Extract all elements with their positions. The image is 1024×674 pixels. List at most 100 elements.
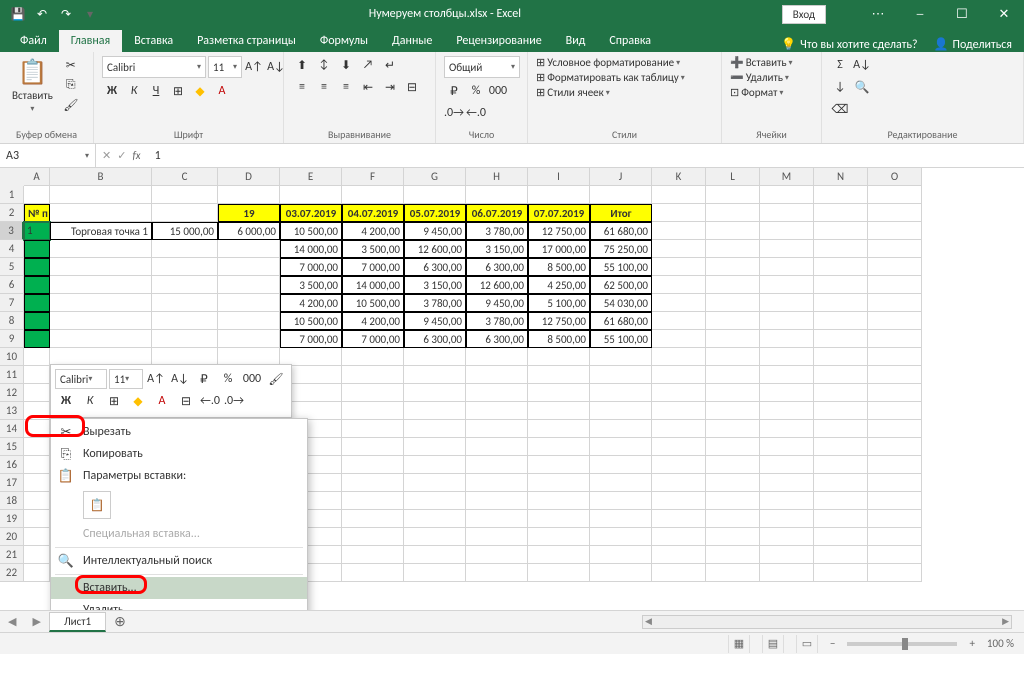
cell[interactable] bbox=[814, 492, 868, 510]
cancel-formula-icon[interactable]: ✕ bbox=[102, 149, 111, 162]
align-center-icon[interactable]: ≡ bbox=[314, 78, 334, 96]
align-left-icon[interactable]: ≡ bbox=[292, 78, 312, 96]
cell[interactable]: 19 bbox=[218, 204, 280, 222]
cell[interactable] bbox=[706, 438, 760, 456]
cell[interactable] bbox=[528, 186, 590, 204]
row-header-11[interactable]: 11 bbox=[0, 366, 24, 384]
bold-button[interactable]: Ж bbox=[102, 82, 122, 100]
cell[interactable] bbox=[24, 276, 50, 294]
cell[interactable] bbox=[706, 276, 760, 294]
cell[interactable] bbox=[404, 438, 466, 456]
cell[interactable] bbox=[706, 294, 760, 312]
cell[interactable] bbox=[814, 330, 868, 348]
cell[interactable] bbox=[50, 312, 152, 330]
cell[interactable] bbox=[706, 222, 760, 240]
cell[interactable] bbox=[760, 564, 814, 582]
cell[interactable] bbox=[528, 564, 590, 582]
mini-decrease-decimal-icon[interactable]: ←.0 bbox=[199, 391, 221, 411]
login-button[interactable]: Вход bbox=[782, 5, 826, 24]
cell[interactable] bbox=[868, 240, 922, 258]
cell[interactable] bbox=[706, 510, 760, 528]
cell[interactable] bbox=[868, 330, 922, 348]
cell[interactable] bbox=[652, 312, 706, 330]
enter-formula-icon[interactable]: ✓ bbox=[117, 149, 126, 162]
clear-icon[interactable]: ⌫ bbox=[830, 100, 850, 118]
cell[interactable] bbox=[24, 366, 50, 384]
cell[interactable] bbox=[404, 528, 466, 546]
zoom-out-button[interactable]: − bbox=[830, 637, 835, 650]
cell[interactable] bbox=[652, 276, 706, 294]
mini-fill-color-icon[interactable]: ◆ bbox=[127, 391, 149, 411]
cell[interactable]: 7 000,00 bbox=[280, 258, 342, 276]
cell[interactable] bbox=[24, 186, 50, 204]
cell[interactable]: 1 bbox=[24, 222, 50, 240]
cell[interactable] bbox=[590, 348, 652, 366]
mini-font-color-icon[interactable]: A bbox=[151, 391, 173, 411]
cell[interactable] bbox=[814, 438, 868, 456]
column-header-E[interactable]: E bbox=[280, 168, 342, 186]
mini-currency-icon[interactable]: ₽ bbox=[193, 369, 215, 389]
cell[interactable] bbox=[24, 240, 50, 258]
column-header-M[interactable]: M bbox=[760, 168, 814, 186]
cell[interactable] bbox=[218, 240, 280, 258]
cell[interactable] bbox=[590, 546, 652, 564]
wrap-text-icon[interactable]: ↵ bbox=[380, 56, 400, 74]
row-header-22[interactable]: 22 bbox=[0, 564, 24, 582]
cell[interactable] bbox=[652, 186, 706, 204]
cell[interactable] bbox=[652, 528, 706, 546]
cell[interactable] bbox=[760, 546, 814, 564]
mini-merge-icon[interactable]: ⊟ bbox=[175, 391, 197, 411]
mini-format-painter-icon[interactable]: 🖌 bbox=[265, 369, 287, 389]
cell[interactable] bbox=[342, 420, 404, 438]
cell[interactable] bbox=[342, 474, 404, 492]
zoom-level[interactable]: 100 % bbox=[987, 637, 1014, 650]
cell[interactable] bbox=[814, 294, 868, 312]
tab-help[interactable]: Справка bbox=[597, 30, 663, 52]
row-header-3[interactable]: 3 bbox=[0, 222, 24, 240]
cell[interactable] bbox=[760, 330, 814, 348]
copy-icon[interactable]: ⎘ bbox=[61, 76, 81, 94]
cell[interactable] bbox=[652, 438, 706, 456]
mini-comma-icon[interactable]: 000 bbox=[241, 369, 263, 389]
cm-copy[interactable]: ⎘Копировать bbox=[51, 443, 307, 465]
cell[interactable]: 6 300,00 bbox=[466, 258, 528, 276]
cell[interactable]: 8 500,00 bbox=[528, 258, 590, 276]
cell[interactable] bbox=[404, 186, 466, 204]
mini-border-icon[interactable]: ⊞ bbox=[103, 391, 125, 411]
cell[interactable] bbox=[868, 384, 922, 402]
underline-button[interactable]: Ч bbox=[146, 82, 166, 100]
cell[interactable]: 3 500,00 bbox=[342, 240, 404, 258]
cell[interactable] bbox=[590, 384, 652, 402]
add-sheet-button[interactable]: ⊕ bbox=[106, 613, 134, 630]
find-icon[interactable]: 🔍 bbox=[852, 78, 872, 96]
cell[interactable]: 3 150,00 bbox=[404, 276, 466, 294]
cell[interactable] bbox=[706, 186, 760, 204]
ribbon-options-icon[interactable]: ⋯ bbox=[858, 0, 898, 28]
cell[interactable] bbox=[404, 348, 466, 366]
cell[interactable] bbox=[24, 456, 50, 474]
cell[interactable] bbox=[590, 420, 652, 438]
cm-delete[interactable]: Удалить... bbox=[51, 599, 307, 610]
row-header-21[interactable]: 21 bbox=[0, 546, 24, 564]
row-header-14[interactable]: 14 bbox=[0, 420, 24, 438]
mini-font-size[interactable]: 11▾ bbox=[109, 369, 143, 389]
cell[interactable] bbox=[760, 366, 814, 384]
italic-button[interactable]: К bbox=[124, 82, 144, 100]
cell[interactable]: 14 000,00 bbox=[280, 240, 342, 258]
cell[interactable] bbox=[466, 546, 528, 564]
column-header-H[interactable]: H bbox=[466, 168, 528, 186]
view-page-break-icon[interactable]: ▭ bbox=[796, 635, 818, 653]
cell[interactable] bbox=[760, 276, 814, 294]
horizontal-scrollbar[interactable]: ◀▶ bbox=[642, 615, 1012, 629]
cell[interactable]: 5 100,00 bbox=[528, 294, 590, 312]
fx-icon[interactable]: fx bbox=[132, 149, 140, 162]
cell[interactable]: 14 000,00 bbox=[342, 276, 404, 294]
tab-formulas[interactable]: Формулы bbox=[308, 30, 380, 52]
cell[interactable]: 12 750,00 bbox=[528, 222, 590, 240]
cell[interactable]: 7 000,00 bbox=[280, 330, 342, 348]
cell[interactable] bbox=[152, 276, 218, 294]
cell[interactable] bbox=[466, 510, 528, 528]
column-header-O[interactable]: O bbox=[868, 168, 922, 186]
cell[interactable]: 6 300,00 bbox=[466, 330, 528, 348]
cell[interactable]: 3 150,00 bbox=[466, 240, 528, 258]
